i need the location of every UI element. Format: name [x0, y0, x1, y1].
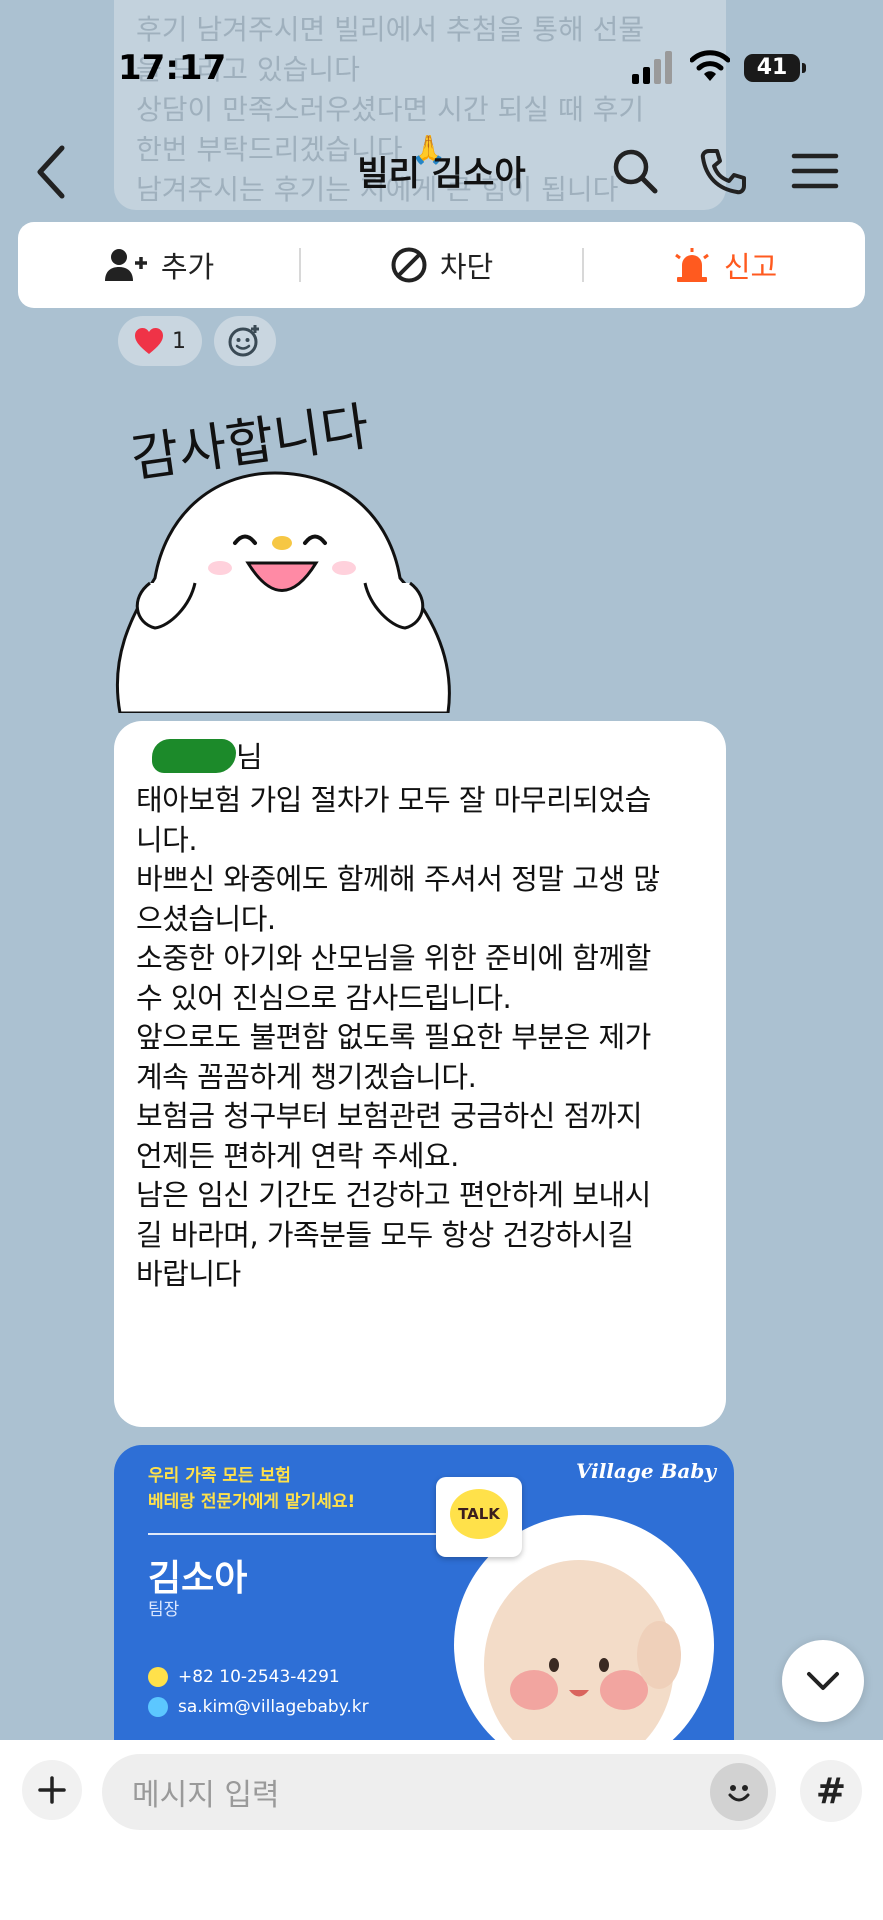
name-suffix: 님 — [236, 740, 263, 774]
message-input[interactable]: 메시지 입력 — [102, 1754, 776, 1830]
search-icon[interactable] — [610, 146, 660, 196]
message-line: 바쁘신 와중에도 함께해 주셔서 정말 고생 많 — [136, 862, 660, 896]
message-line: 바랍니다 — [136, 1257, 241, 1291]
add-friend-label: 추가 — [160, 250, 215, 284]
card-email: sa.kim@villagebaby.kr — [148, 1697, 369, 1717]
card-tagline-line: 우리 가족 모든 보험 — [148, 1466, 291, 1486]
message-line: 언제든 편하게 연락 주세요. — [136, 1138, 459, 1173]
block-label: 차단 — [439, 250, 494, 284]
report-label: 신고 — [723, 250, 778, 284]
hashtag-search-button[interactable]: # — [800, 1760, 862, 1822]
attach-button[interactable] — [22, 1760, 82, 1820]
battery-indicator: 41 — [744, 54, 806, 82]
smiley-icon — [728, 1785, 750, 1802]
message-line: 으셨습니다. — [136, 901, 276, 936]
message-line: 계속 꼼꼼하게 챙기겠습니다. — [136, 1059, 477, 1094]
thank-you-sticker[interactable]: 감사합니다 — [110, 378, 460, 713]
wifi-icon — [690, 50, 730, 81]
message-line: 수 있어 진심으로 감사드립니다. — [136, 980, 512, 1015]
heart-reaction-count: 1 — [172, 328, 186, 354]
message-line: 니다. — [136, 822, 198, 857]
add-friend-button[interactable]: 추가 — [18, 222, 299, 308]
mail-icon — [148, 1697, 168, 1717]
message-line: 남은 임신 기간도 건강하고 편안하게 보내시 — [136, 1178, 651, 1212]
card-tagline: 우리 가족 모든 보험 베테랑 전문가에게 맡기세요! — [148, 1463, 355, 1515]
card-divider — [148, 1533, 478, 1535]
block-icon — [391, 247, 427, 283]
message-line: 보험금 청구부터 보험관련 궁금하신 점까지 — [136, 1099, 643, 1133]
friend-action-bar: 추가 차단 신고 — [18, 222, 865, 308]
menu-icon[interactable] — [790, 146, 840, 196]
card-role: 팀장 — [148, 1600, 180, 1620]
plus-icon — [38, 1776, 66, 1804]
heart-icon — [135, 328, 163, 354]
redacted-name — [152, 739, 236, 773]
card-brand: Village Baby — [575, 1459, 716, 1483]
card-tagline-line: 베테랑 전문가에게 맡기세요! — [148, 1492, 356, 1512]
message-bubble: 님 태아보험 가입 절차가 모두 잘 마무리되었습 니다. 바쁘신 와중에도 함… — [114, 721, 726, 1427]
chevron-down-icon — [807, 1672, 839, 1690]
kakaotalk-icon — [148, 1667, 168, 1687]
add-person-icon — [104, 249, 147, 281]
recipient-name-row: 님 — [136, 737, 704, 781]
block-button[interactable]: 차단 — [301, 222, 582, 308]
message-line: 앞으로도 불편함 없도록 필요한 부분은 제가 — [136, 1020, 651, 1054]
report-button[interactable]: 신고 — [584, 222, 865, 308]
siren-icon — [674, 248, 709, 282]
message-line: 태아보험 가입 절차가 모두 잘 마무리되었습 — [136, 783, 651, 817]
emoji-button[interactable] — [710, 1763, 768, 1821]
heart-reaction[interactable]: 1 — [118, 316, 202, 366]
message-line: 길 바라며, 가족분들 모두 항상 건강하시길 — [136, 1217, 634, 1252]
card-phone-text: +82 10-2543-4291 — [178, 1667, 340, 1687]
card-name: 김소아 — [148, 1558, 248, 1599]
add-reaction-button[interactable] — [214, 316, 276, 366]
card-email-text: sa.kim@villagebaby.kr — [178, 1697, 369, 1717]
chat-title: 빌리 김소아 — [357, 154, 526, 194]
previous-message-line: 후기 남겨주시면 빌리에서 추첨을 통해 선물 — [136, 13, 645, 46]
status-time: 17:17 — [118, 48, 227, 88]
business-card-image[interactable]: 우리 가족 모든 보험 베테랑 전문가에게 맡기세요! Village Baby… — [114, 1445, 734, 1745]
previous-message-line: 상담이 만족스러우셨다면 시간 되실 때 후기 — [136, 93, 645, 126]
phone-call-icon[interactable] — [698, 146, 748, 196]
kakaotalk-badge: TALK — [436, 1477, 522, 1557]
talk-badge-label: TALK — [450, 1489, 508, 1539]
cellular-signal-icon — [632, 51, 672, 84]
message-input-bar: 메시지 입력 # — [0, 1740, 883, 1920]
scroll-to-bottom-button[interactable] — [782, 1640, 864, 1722]
add-emoji-icon — [228, 325, 259, 357]
card-phone: +82 10-2543-4291 — [148, 1667, 340, 1687]
message-line: 소중한 아기와 산모님을 위한 준비에 함께할 — [136, 941, 651, 975]
